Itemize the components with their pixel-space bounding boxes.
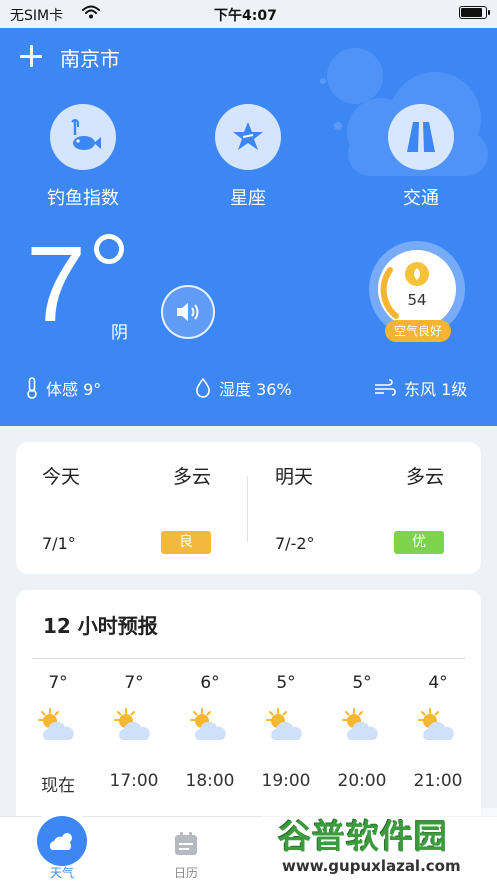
speaker-icon bbox=[177, 303, 199, 321]
star-icon bbox=[215, 104, 281, 170]
day-condition: 多云 bbox=[405, 466, 444, 488]
hour-item: 6° 18:00 bbox=[172, 673, 248, 791]
current-temperature: 7 bbox=[26, 223, 87, 344]
divider bbox=[32, 658, 465, 659]
day-name: 今天 bbox=[42, 466, 81, 488]
hour-temp: 7° bbox=[124, 673, 144, 693]
feels-like: 体感 9° bbox=[26, 376, 101, 400]
hour-temp: 7° bbox=[48, 673, 68, 693]
hour-temp: 5° bbox=[276, 673, 296, 693]
hour-item: 7° 现在 bbox=[20, 673, 96, 796]
battery-icon bbox=[459, 6, 490, 19]
shortcut-fishing[interactable]: 钓鱼指数 bbox=[28, 104, 138, 210]
hour-item: 5° 19:00 bbox=[248, 673, 324, 791]
tab-weather[interactable]: 天气 bbox=[12, 809, 112, 883]
hour-temp: 4° bbox=[428, 673, 448, 693]
daily-summary-card: 今天 多云 7/1° 良 明天 多云 7/-2° 优 bbox=[16, 442, 481, 574]
air-quality-badge: 优 bbox=[394, 531, 444, 554]
partly-cloudy-icon bbox=[342, 708, 378, 740]
wind-value: 东风 1级 bbox=[404, 380, 468, 399]
aqi-value: 54 bbox=[407, 291, 427, 309]
hour-time: 现在 bbox=[41, 776, 75, 796]
hour-temp: 6° bbox=[200, 673, 220, 693]
day-condition: 多云 bbox=[172, 466, 211, 488]
watermark: 谷普软件园 www.gupuxlazal.com bbox=[262, 808, 497, 883]
watermark-url: www.gupuxlazal.com bbox=[282, 857, 461, 875]
status-bar: 无SIM卡 下午4:07 bbox=[0, 0, 497, 28]
shortcut-horoscope[interactable]: 星座 bbox=[193, 104, 303, 210]
shortcut-label: 星座 bbox=[230, 188, 266, 209]
weather-header: 南京市 钓鱼指数 星座 交通 7 阴 54 空气良好 体感 9° 湿度 36% … bbox=[0, 28, 497, 426]
watermark-title: 谷普软件园 bbox=[278, 817, 448, 856]
hour-time: 19:00 bbox=[261, 771, 311, 791]
calendar-icon bbox=[175, 832, 197, 855]
divider bbox=[247, 476, 248, 542]
hour-temp: 5° bbox=[352, 673, 372, 693]
voice-broadcast-button[interactable] bbox=[161, 285, 215, 339]
day-name: 明天 bbox=[275, 466, 314, 488]
air-quality-badge: 良 bbox=[161, 531, 211, 554]
road-icon bbox=[388, 104, 454, 170]
day-today[interactable]: 今天 多云 7/1° 良 bbox=[16, 442, 231, 574]
fishing-icon bbox=[50, 104, 116, 170]
add-city-button[interactable] bbox=[20, 45, 42, 67]
feels-like-value: 体感 9° bbox=[46, 380, 102, 399]
wifi-icon bbox=[82, 5, 100, 19]
wind: 东风 1级 bbox=[374, 376, 467, 400]
air-quality-gauge[interactable]: 54 空气良好 bbox=[369, 241, 465, 342]
shortcut-traffic[interactable]: 交通 bbox=[366, 104, 476, 210]
clock: 下午4:07 bbox=[214, 8, 277, 24]
day-temp-range: 7/1° bbox=[42, 534, 76, 553]
thermometer-icon bbox=[27, 377, 37, 399]
degree-symbol bbox=[94, 234, 124, 264]
hour-item: 7° 17:00 bbox=[96, 673, 172, 791]
day-tomorrow[interactable]: 明天 多云 7/-2° 优 bbox=[249, 442, 464, 574]
city-name[interactable]: 南京市 bbox=[60, 43, 120, 72]
droplet-icon bbox=[196, 378, 210, 398]
aqi-label: 空气良好 bbox=[385, 320, 451, 342]
shortcut-label: 钓鱼指数 bbox=[47, 188, 119, 209]
hour-item: 4° 21:00 bbox=[400, 673, 476, 791]
partly-cloudy-icon bbox=[190, 708, 226, 740]
hour-time: 20:00 bbox=[337, 771, 387, 791]
partly-cloudy-icon bbox=[114, 708, 150, 740]
wind-icon bbox=[375, 379, 396, 396]
partly-cloudy-icon bbox=[38, 708, 74, 740]
day-temp-range: 7/-2° bbox=[275, 534, 315, 553]
tab-label: 日历 bbox=[173, 866, 198, 880]
tab-label: 天气 bbox=[49, 866, 74, 880]
humidity: 湿度 36% bbox=[195, 376, 292, 400]
carrier-label: 无SIM卡 bbox=[10, 8, 64, 24]
weather-icon bbox=[37, 816, 87, 866]
hour-item: 5° 20:00 bbox=[324, 673, 400, 791]
hour-time: 21:00 bbox=[413, 771, 463, 791]
humidity-value: 湿度 36% bbox=[219, 380, 292, 399]
forecast-title: 12 小时预报 bbox=[43, 614, 158, 638]
hour-time: 17:00 bbox=[109, 771, 159, 791]
hour-time: 18:00 bbox=[185, 771, 235, 791]
leaf-icon bbox=[405, 262, 429, 286]
partly-cloudy-icon bbox=[266, 708, 302, 740]
current-condition: 阴 bbox=[111, 323, 128, 343]
shortcut-label: 交通 bbox=[403, 188, 439, 209]
tab-calendar[interactable]: 日历 bbox=[136, 817, 236, 883]
partly-cloudy-icon bbox=[418, 708, 454, 740]
